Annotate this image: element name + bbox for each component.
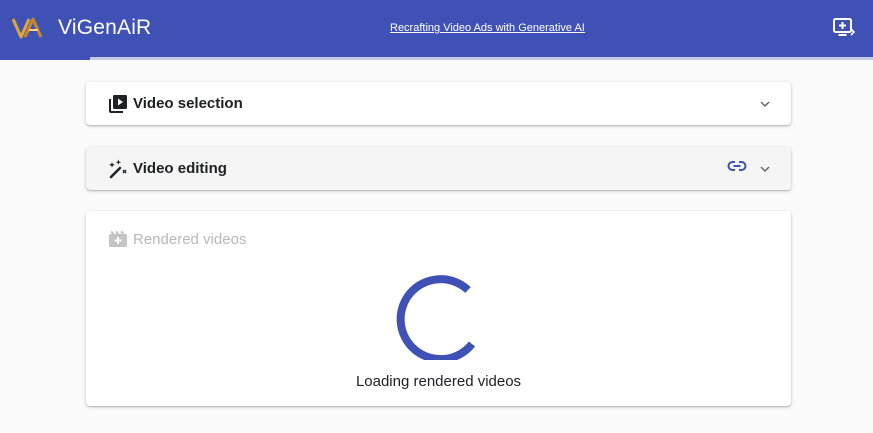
video-editing-title: Video editing [133, 160, 227, 177]
video-editing-panel: Video editing [86, 147, 791, 190]
loading-spinner [396, 275, 476, 360]
chevron-down-icon[interactable] [759, 163, 771, 175]
link-icon[interactable] [727, 156, 747, 176]
loading-message: Loading rendered videos [355, 373, 522, 390]
video-selection-panel: Video selection [86, 82, 791, 125]
magic-wand-icon [109, 159, 127, 179]
chevron-down-icon[interactable] [759, 98, 771, 110]
page-progress-bar [0, 57, 873, 60]
video-library-icon [109, 95, 127, 113]
add-to-queue-icon[interactable] [830, 14, 856, 40]
video-selection-title: Video selection [133, 95, 243, 112]
top-app-bar: ViGenAiR Recrafting Video Ads with Gener… [0, 0, 873, 57]
rendered-videos-panel: Rendered videos Loading rendered videos [86, 211, 791, 406]
movie-edit-icon [109, 230, 127, 247]
app-title: ViGenAiR [58, 16, 152, 39]
video-editing-header[interactable]: Video editing [86, 147, 791, 191]
video-selection-header[interactable]: Video selection [86, 82, 791, 126]
progress-bar-buffer [90, 57, 873, 60]
vigenair-logo-icon [12, 17, 43, 39]
rendered-videos-title: Rendered videos [133, 231, 247, 248]
tagline-link[interactable]: Recrafting Video Ads with Generative AI [390, 20, 585, 36]
